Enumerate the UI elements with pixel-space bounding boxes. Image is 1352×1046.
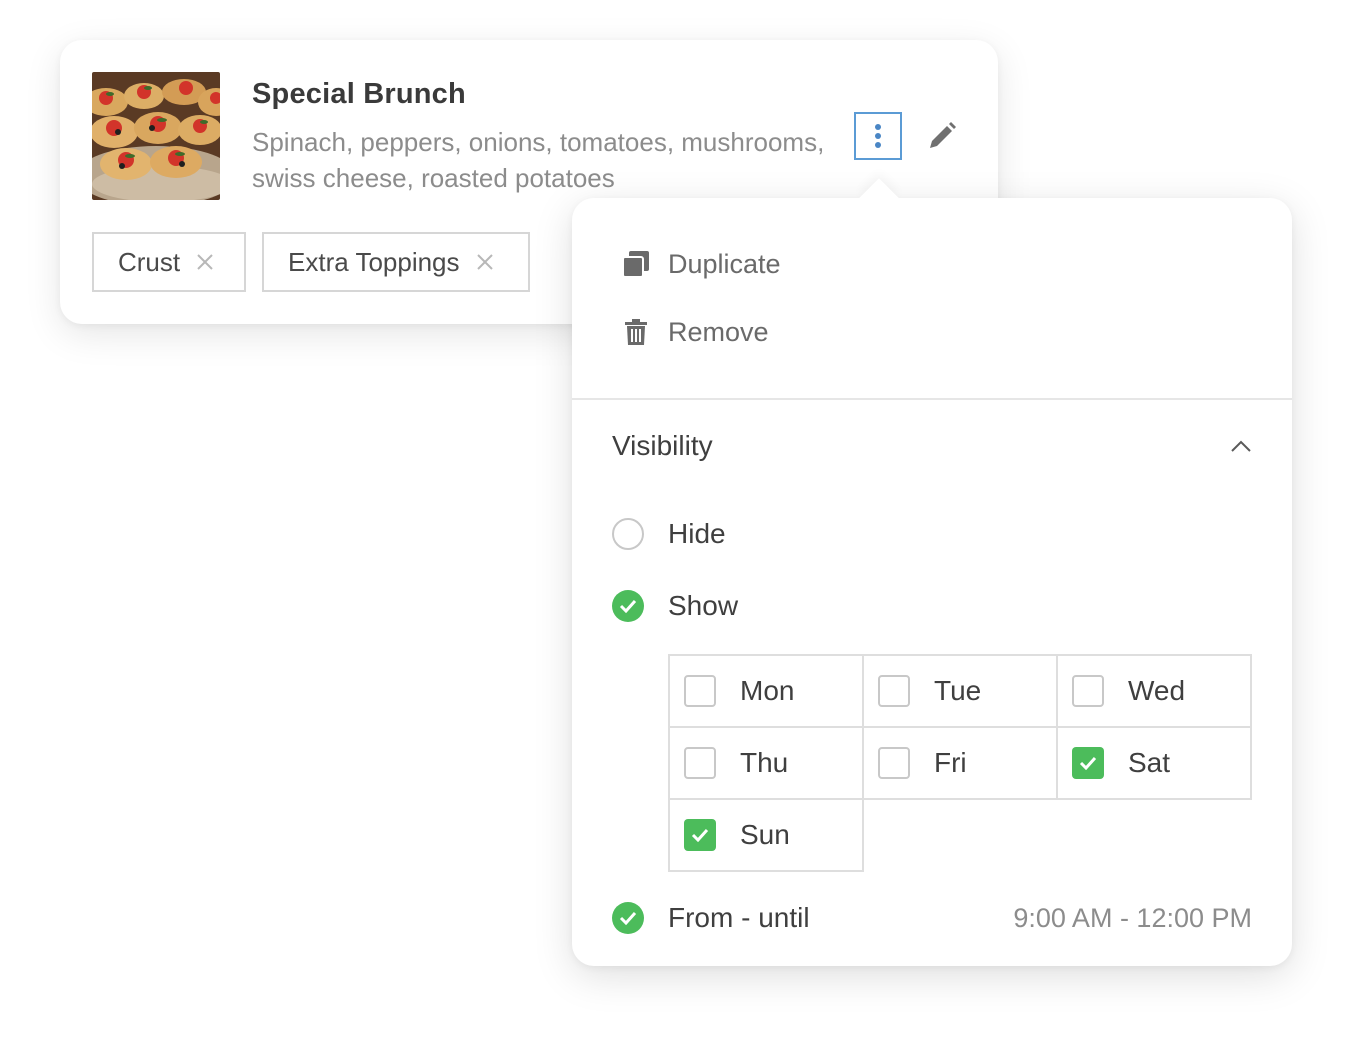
duplicate-icon: [620, 250, 652, 278]
time-range[interactable]: 9:00 AM - 12:00 PM: [1013, 903, 1252, 934]
check-icon: [1079, 756, 1097, 770]
from-until-toggle[interactable]: [612, 902, 644, 934]
edit-button[interactable]: [922, 118, 962, 154]
close-icon[interactable]: [476, 253, 494, 271]
day-sat[interactable]: Sat: [1056, 726, 1252, 800]
check-icon: [619, 599, 637, 613]
visibility-section-toggle[interactable]: Visibility: [612, 424, 1252, 468]
product-image: [92, 72, 220, 200]
menu-item-remove[interactable]: Remove: [620, 312, 769, 352]
trash-icon: [620, 318, 652, 346]
radio-show[interactable]: Show: [612, 586, 738, 626]
checkbox[interactable]: [1072, 675, 1104, 707]
from-until-label: From - until: [668, 902, 810, 933]
day-label: Sat: [1128, 747, 1171, 778]
chevron-up-icon: [1231, 440, 1251, 452]
checkbox[interactable]: [684, 675, 716, 707]
check-icon: [691, 828, 709, 842]
menu-item-label: Duplicate: [668, 248, 781, 279]
more-options-button[interactable]: [854, 112, 902, 160]
checkbox-checked[interactable]: [684, 819, 716, 851]
day-thu[interactable]: Thu: [668, 726, 864, 800]
day-mon[interactable]: Mon: [668, 654, 864, 728]
day-label: Tue: [934, 675, 982, 706]
radio-unselected[interactable]: [612, 518, 644, 550]
day-label: Thu: [740, 747, 789, 778]
menu-item-duplicate[interactable]: Duplicate: [620, 244, 781, 284]
radio-label: Show: [668, 590, 739, 621]
close-icon[interactable]: [196, 253, 214, 271]
checkbox[interactable]: [684, 747, 716, 779]
tag-chip: Extra Toppings: [262, 232, 530, 292]
menu-item-label: Remove: [668, 316, 769, 347]
radio-label: Hide: [668, 518, 726, 549]
radio-selected[interactable]: [612, 590, 644, 622]
tag-label: Crust: [118, 246, 181, 277]
checkbox[interactable]: [878, 675, 910, 707]
kebab-menu-icon: [875, 124, 881, 148]
day-tue[interactable]: Tue: [862, 654, 1058, 728]
day-sun[interactable]: Sun: [668, 798, 864, 872]
product-description: Spinach, peppers, onions, tomatoes, mush…: [252, 127, 825, 193]
check-icon: [619, 911, 637, 925]
day-label: Mon: [740, 675, 795, 706]
tag-chip: Crust: [92, 232, 246, 292]
day-label: Sun: [740, 819, 790, 850]
visibility-title: Visibility: [612, 430, 713, 461]
checkbox-checked[interactable]: [1072, 747, 1104, 779]
pencil-icon: [930, 122, 956, 148]
from-until-row: From - until 9:00 AM - 12:00 PM: [612, 898, 1252, 938]
day-label: Fri: [934, 747, 967, 778]
days-grid: Mon Tue Wed Thu Fri Sat Sun: [668, 654, 1252, 872]
checkbox[interactable]: [878, 747, 910, 779]
day-wed[interactable]: Wed: [1056, 654, 1252, 728]
tag-label: Extra Toppings: [288, 246, 460, 277]
options-dropdown: Duplicate Remove Visibility Hide Show Mo…: [572, 178, 1292, 966]
divider: [572, 398, 1292, 400]
product-title: Special Brunch: [252, 78, 466, 110]
day-fri[interactable]: Fri: [862, 726, 1058, 800]
stage: Special Brunch Spinach, peppers, onions,…: [0, 0, 1352, 1046]
day-label: Wed: [1128, 675, 1186, 706]
radio-hide[interactable]: Hide: [612, 514, 726, 554]
